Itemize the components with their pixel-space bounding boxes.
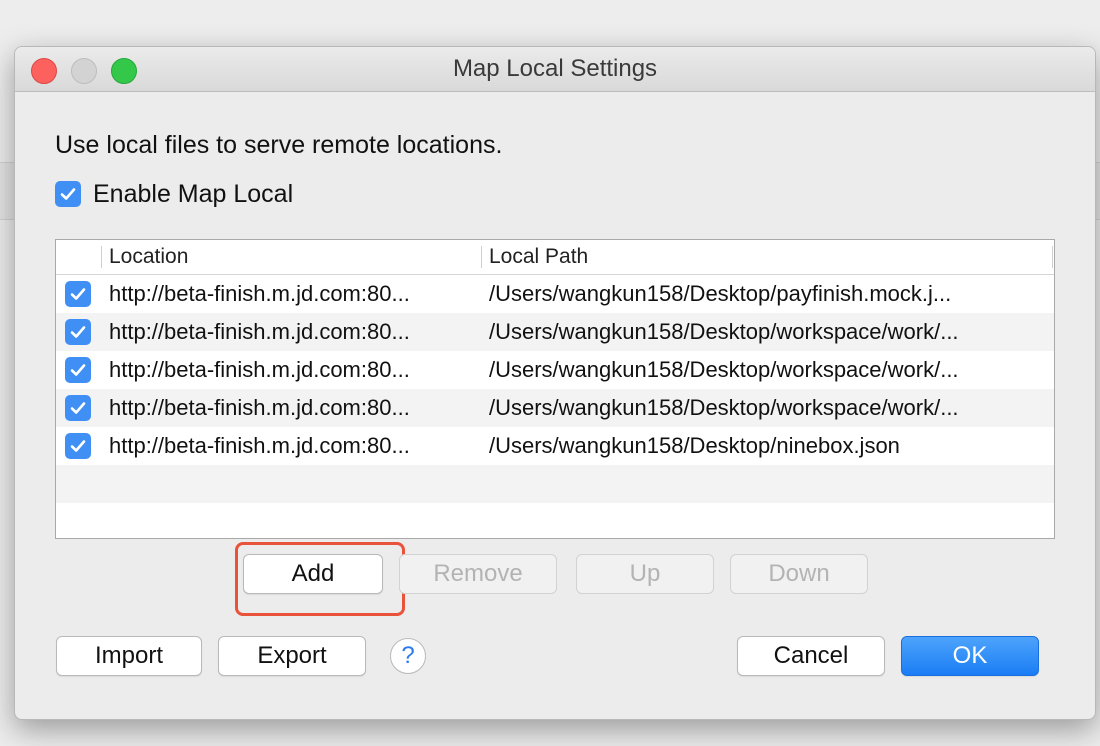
table-row[interactable]: http://beta-finish.m.jd.com:80... /Users…: [56, 389, 1054, 427]
table-empty-row: [56, 465, 1054, 503]
row-location: http://beta-finish.m.jd.com:80...: [109, 357, 410, 382]
table-header: Location Local Path: [56, 240, 1054, 275]
description-text: Use local files to serve remote location…: [55, 131, 503, 159]
help-button[interactable]: ?: [390, 638, 426, 674]
row-local-path: /Users/wangkun158/Desktop/workspace/work…: [489, 319, 959, 344]
table-row[interactable]: http://beta-finish.m.jd.com:80... /Users…: [56, 427, 1054, 465]
row-location: http://beta-finish.m.jd.com:80...: [109, 319, 410, 344]
enable-map-local-row[interactable]: Enable Map Local: [55, 179, 293, 209]
import-button[interactable]: Import: [56, 636, 202, 676]
table-row[interactable]: http://beta-finish.m.jd.com:80... /Users…: [56, 313, 1054, 351]
cancel-button[interactable]: Cancel: [737, 636, 885, 676]
checkmark-icon: [70, 440, 86, 452]
mapping-table: Location Local Path http://beta-finish.m…: [55, 239, 1055, 539]
checkmark-icon: [70, 288, 86, 300]
row-enabled-checkbox[interactable]: [65, 433, 91, 459]
window-title: Map Local Settings: [452, 55, 658, 82]
map-local-settings-dialog: Map Local Settings Use local files to se…: [14, 46, 1096, 720]
ok-button[interactable]: OK: [901, 636, 1039, 676]
row-enabled-checkbox[interactable]: [65, 395, 91, 421]
column-separator: [101, 246, 102, 268]
row-local-path: /Users/wangkun158/Desktop/workspace/work…: [489, 357, 959, 382]
enable-map-local-checkbox[interactable]: [55, 181, 81, 207]
table-row[interactable]: http://beta-finish.m.jd.com:80... /Users…: [56, 275, 1054, 313]
checkmark-icon: [70, 364, 86, 376]
table-row[interactable]: http://beta-finish.m.jd.com:80... /Users…: [56, 351, 1054, 389]
row-enabled-checkbox[interactable]: [65, 357, 91, 383]
row-location: http://beta-finish.m.jd.com:80...: [109, 433, 410, 458]
up-button[interactable]: Up: [576, 554, 714, 594]
export-button[interactable]: Export: [218, 636, 366, 676]
column-header-location[interactable]: Location: [109, 240, 188, 274]
row-local-path: /Users/wangkun158/Desktop/ninebox.json: [489, 433, 900, 458]
row-enabled-checkbox[interactable]: [65, 281, 91, 307]
column-header-local-path[interactable]: Local Path: [489, 240, 588, 274]
row-local-path: /Users/wangkun158/Desktop/payfinish.mock…: [489, 281, 952, 306]
add-button-highlight: [235, 542, 405, 616]
row-location: http://beta-finish.m.jd.com:80...: [109, 395, 410, 420]
checkmark-icon: [70, 326, 86, 338]
row-enabled-checkbox[interactable]: [65, 319, 91, 345]
checkmark-icon: [70, 402, 86, 414]
column-separator: [481, 246, 482, 268]
remove-button[interactable]: Remove: [399, 554, 557, 594]
row-location: http://beta-finish.m.jd.com:80...: [109, 281, 410, 306]
column-separator: [1052, 246, 1053, 268]
checkmark-icon: [60, 188, 76, 200]
row-local-path: /Users/wangkun158/Desktop/workspace/work…: [489, 395, 959, 420]
down-button[interactable]: Down: [730, 554, 868, 594]
title-bar: Map Local Settings: [15, 47, 1095, 92]
enable-map-local-label: Enable Map Local: [93, 179, 294, 208]
